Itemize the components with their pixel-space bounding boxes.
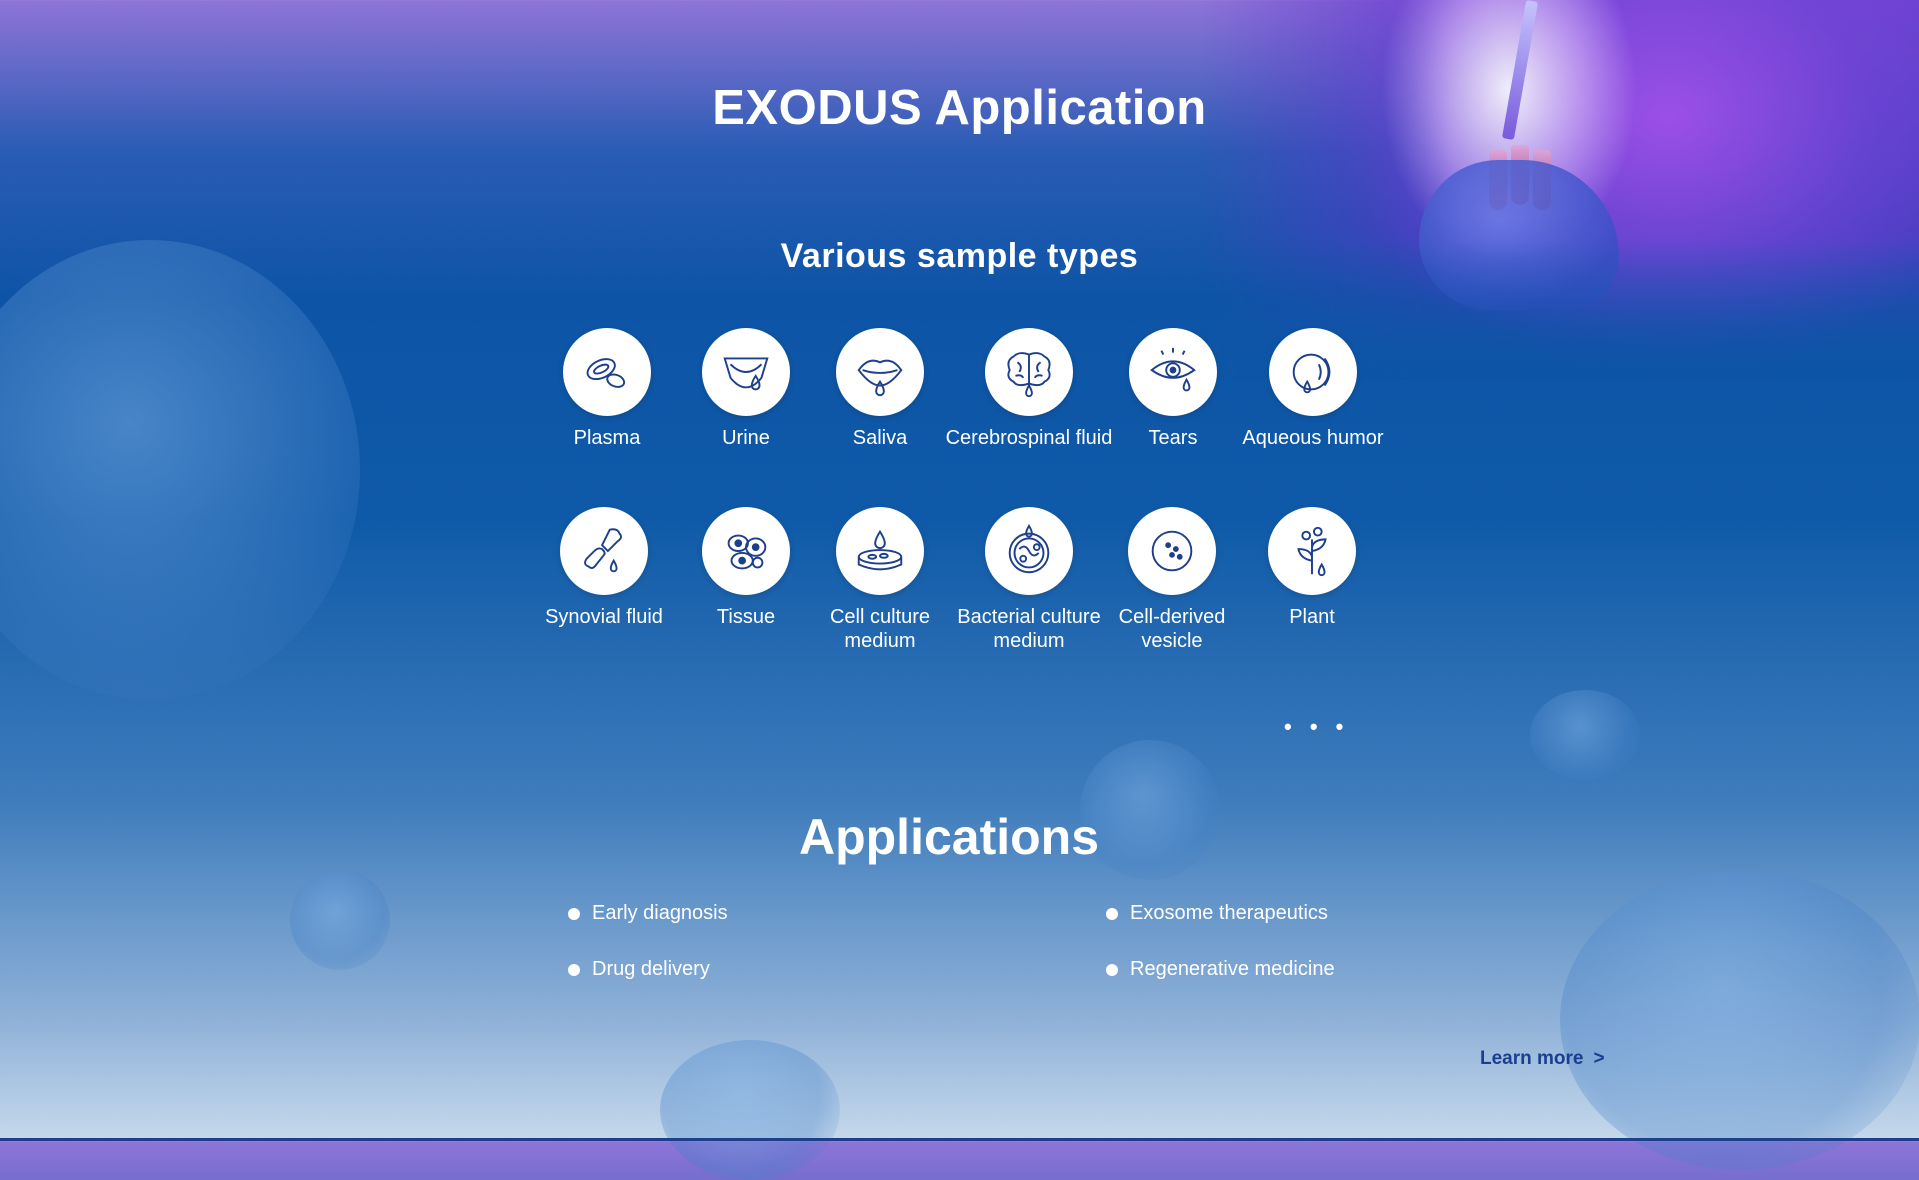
application-label: Regenerative medicine [1130, 958, 1335, 980]
learn-more-link[interactable]: Learn more > [1480, 1048, 1605, 1070]
plasma-cells-icon [586, 358, 626, 388]
cell-decoration-right [1560, 870, 1919, 1170]
sample-label: Plant [1289, 606, 1335, 628]
cell-decoration-bottom [660, 1040, 840, 1180]
sample-types-grid: Plasma Urine Saliva Cerebrospinal fluid … [0, 0, 1919, 700]
tissue-cells-icon [727, 534, 767, 570]
eyeball-icon [1292, 353, 1331, 394]
bullet-icon [568, 907, 580, 920]
application-item: Early diagnosis [568, 902, 728, 925]
sample-label: Saliva [852, 427, 908, 449]
application-item: Exosome therapeutics [1106, 902, 1328, 925]
urine-diaper-icon [723, 357, 769, 391]
chevron-right-icon: > [1593, 1048, 1605, 1069]
bullet-icon [568, 963, 580, 976]
eye-tears-icon [1150, 347, 1196, 392]
sample-plant: Plant [1227, 507, 1397, 629]
sample-cell-culture-medium: Cell culture medium [795, 507, 965, 653]
applications-title: Applications [798, 809, 1100, 865]
vesicle-icon [1151, 530, 1193, 572]
application-label: Exosome therapeutics [1130, 902, 1328, 924]
saliva-mouth-icon [857, 359, 903, 397]
application-label: Early diagnosis [592, 902, 728, 924]
bullet-icon [1106, 963, 1118, 976]
more-samples-indicator: • • • [1284, 714, 1350, 739]
sample-label: Cell culture medium [829, 606, 931, 652]
bullet-icon [1106, 907, 1118, 920]
cell-decoration-far-right [1530, 690, 1640, 780]
brain-icon [1007, 352, 1051, 398]
petri-dish-icon [857, 529, 903, 571]
joint-icon [584, 528, 622, 573]
sample-aqueous-humor: Aqueous humor [1228, 328, 1398, 450]
application-label: Drug delivery [592, 958, 710, 980]
plant-icon [1297, 526, 1327, 577]
application-item: Drug delivery [568, 958, 710, 981]
cell-decoration-small [290, 870, 390, 970]
sample-label: Aqueous humor [1242, 427, 1384, 449]
sample-saliva: Saliva [795, 328, 965, 450]
application-item: Regenerative medicine [1106, 958, 1335, 981]
bacteria-icon [1008, 523, 1050, 574]
learn-more-label: Learn more [1480, 1048, 1584, 1069]
